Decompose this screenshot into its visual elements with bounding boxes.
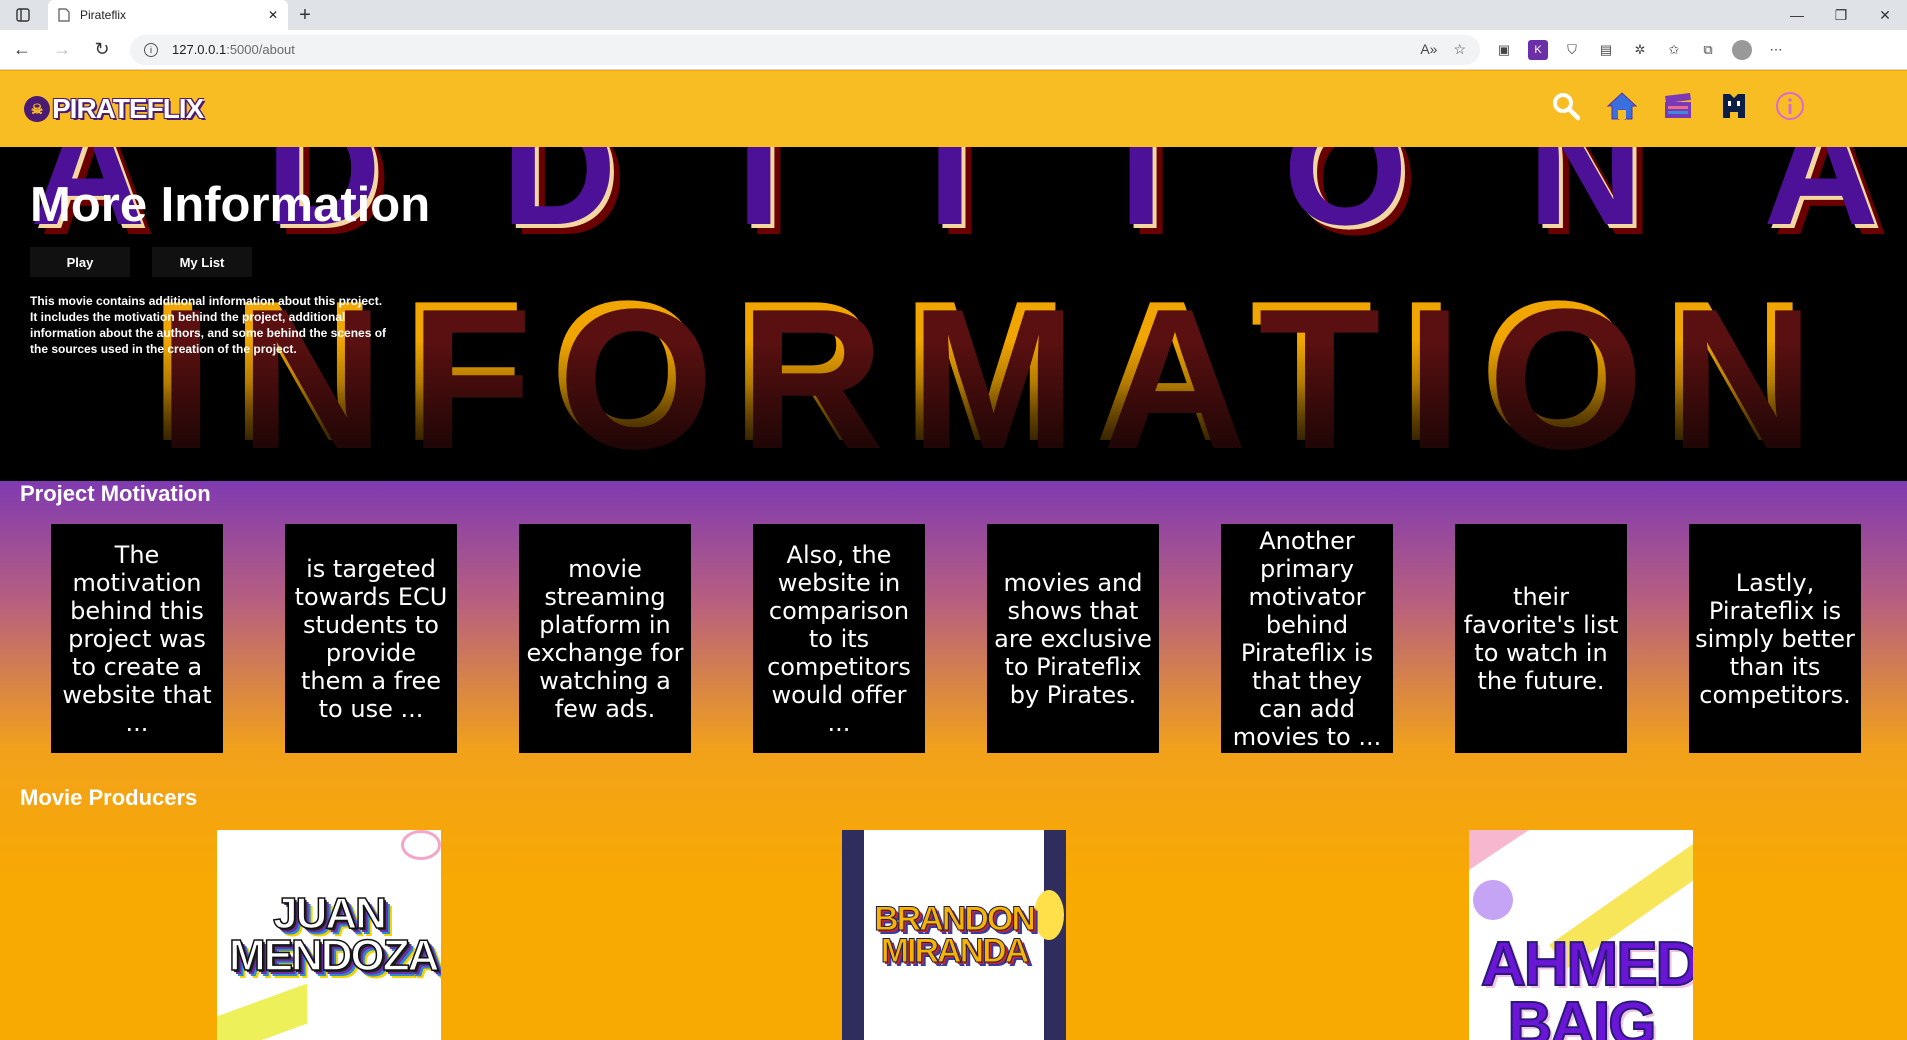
producer-card[interactable]: BRANDON MIRANDA (842, 830, 1066, 1040)
info-icon[interactable] (1773, 89, 1807, 123)
home-icon[interactable] (1605, 89, 1639, 123)
site-nav (1549, 89, 1807, 123)
restore-button[interactable]: ❐ (1819, 0, 1863, 30)
browser-tab-bar: Pirateflix ✕ + — ❐ ✕ (0, 0, 1907, 30)
play-button[interactable]: Play (30, 247, 130, 277)
extensions-bar: ▣ K ⛉ ▤ ✲ ✩ ⧉ ⋯ (1494, 39, 1786, 60)
new-tab-button[interactable]: + (288, 0, 322, 30)
project-motivation-title: Project Motivation (20, 481, 211, 506)
producer-name: JUAN MENDOZA (228, 889, 440, 980)
logo-text: PIRATEFLIX (52, 93, 204, 124)
hero-banner: ADDITIONAL INFORMATION More Information … (0, 147, 1907, 481)
main-content: Project Motivation The motivation behind… (0, 481, 1907, 1040)
producer-name: BRANDON MIRANDA (874, 900, 1037, 970)
refresh-button[interactable]: ↻ (84, 32, 120, 68)
github-icon[interactable] (1717, 89, 1751, 123)
site-logo[interactable]: ☠ PIRATEFLIX (24, 93, 204, 125)
read-aloud-icon[interactable]: A» (1420, 41, 1437, 58)
collections-icon[interactable]: ⧉ (1698, 40, 1718, 60)
shield-icon[interactable]: ⛉ (1562, 40, 1582, 60)
url-path: :5000/about (226, 42, 295, 57)
tab-actions-icon[interactable] (0, 0, 46, 30)
producer-cards: JUAN MENDOZA BRANDON MIRANDA AHMED BAIG (0, 830, 1907, 1040)
site-header: ☠ PIRATEFLIX (0, 71, 1907, 147)
hero-description: This movie contains additional informati… (30, 294, 387, 356)
motivation-card[interactable]: The motivation behind this project was t… (51, 524, 223, 753)
close-tab-icon[interactable]: ✕ (268, 8, 278, 22)
producer-card[interactable]: JUAN MENDOZA (217, 830, 441, 1040)
decoration (217, 983, 307, 1040)
movies-icon[interactable] (1661, 89, 1695, 123)
extension-icon[interactable]: ▤ (1596, 40, 1616, 60)
motivation-card[interactable]: Lastly, Pirateflix is simply better than… (1689, 524, 1861, 753)
producer-name: AHMED BAIG (1480, 930, 1693, 1040)
site-info-icon[interactable]: i (144, 42, 158, 57)
minimize-button[interactable]: — (1775, 0, 1819, 30)
tab-title: Pirateflix (80, 8, 127, 22)
motivation-card[interactable]: Also, the website in comparison to its c… (753, 524, 925, 753)
url-bar[interactable]: i 127.0.0.1:5000/about A» ☆ (130, 34, 1480, 65)
motivation-card[interactable]: movie streaming platform in exchange for… (519, 524, 691, 753)
pirate-emblem-icon: ☠ (24, 96, 50, 122)
hero-buttons: Play My List (30, 247, 430, 277)
hero-fade (0, 341, 1907, 481)
back-button[interactable]: ← (4, 32, 40, 68)
window-controls: — ❐ ✕ (1775, 0, 1907, 30)
motivation-card[interactable]: their favorite's list to watch in the fu… (1455, 524, 1627, 753)
favorites-icon[interactable]: ✩ (1664, 40, 1684, 60)
movie-producers-title: Movie Producers (20, 785, 198, 810)
decoration (401, 830, 441, 860)
search-icon[interactable] (1549, 89, 1583, 123)
forward-button[interactable]: → (44, 32, 80, 68)
page-icon (58, 8, 70, 22)
extension-icon[interactable]: ▣ (1494, 40, 1514, 60)
decoration (1469, 830, 1529, 870)
motivation-cards: The motivation behind this project was t… (51, 524, 1861, 753)
hero-content: More Information Play My List This movie… (30, 177, 430, 357)
address-toolbar: ← → ↻ i 127.0.0.1:5000/about A» ☆ ▣ K ⛉ … (0, 30, 1907, 70)
browser-tab[interactable]: Pirateflix ✕ (48, 0, 288, 30)
producer-card[interactable]: AHMED BAIG (1469, 830, 1693, 1040)
extension-icon[interactable]: K (1528, 39, 1548, 60)
profile-avatar[interactable] (1732, 39, 1752, 60)
decoration (1473, 880, 1513, 920)
favorite-add-icon[interactable]: ☆ (1453, 41, 1466, 58)
close-window-button[interactable]: ✕ (1863, 0, 1907, 30)
url-host: 127.0.0.1 (172, 42, 227, 57)
motivation-card[interactable]: movies and shows that are exclusive to P… (987, 524, 1159, 753)
my-list-button[interactable]: My List (152, 247, 252, 277)
puzzle-icon[interactable]: ✲ (1630, 40, 1650, 60)
motivation-card[interactable]: is targeted towards ECU students to prov… (285, 524, 457, 753)
hero-title: More Information (30, 178, 431, 232)
motivation-card[interactable]: Another primary motivator behind Piratef… (1221, 524, 1393, 753)
more-menu-icon[interactable]: ⋯ (1766, 40, 1786, 60)
